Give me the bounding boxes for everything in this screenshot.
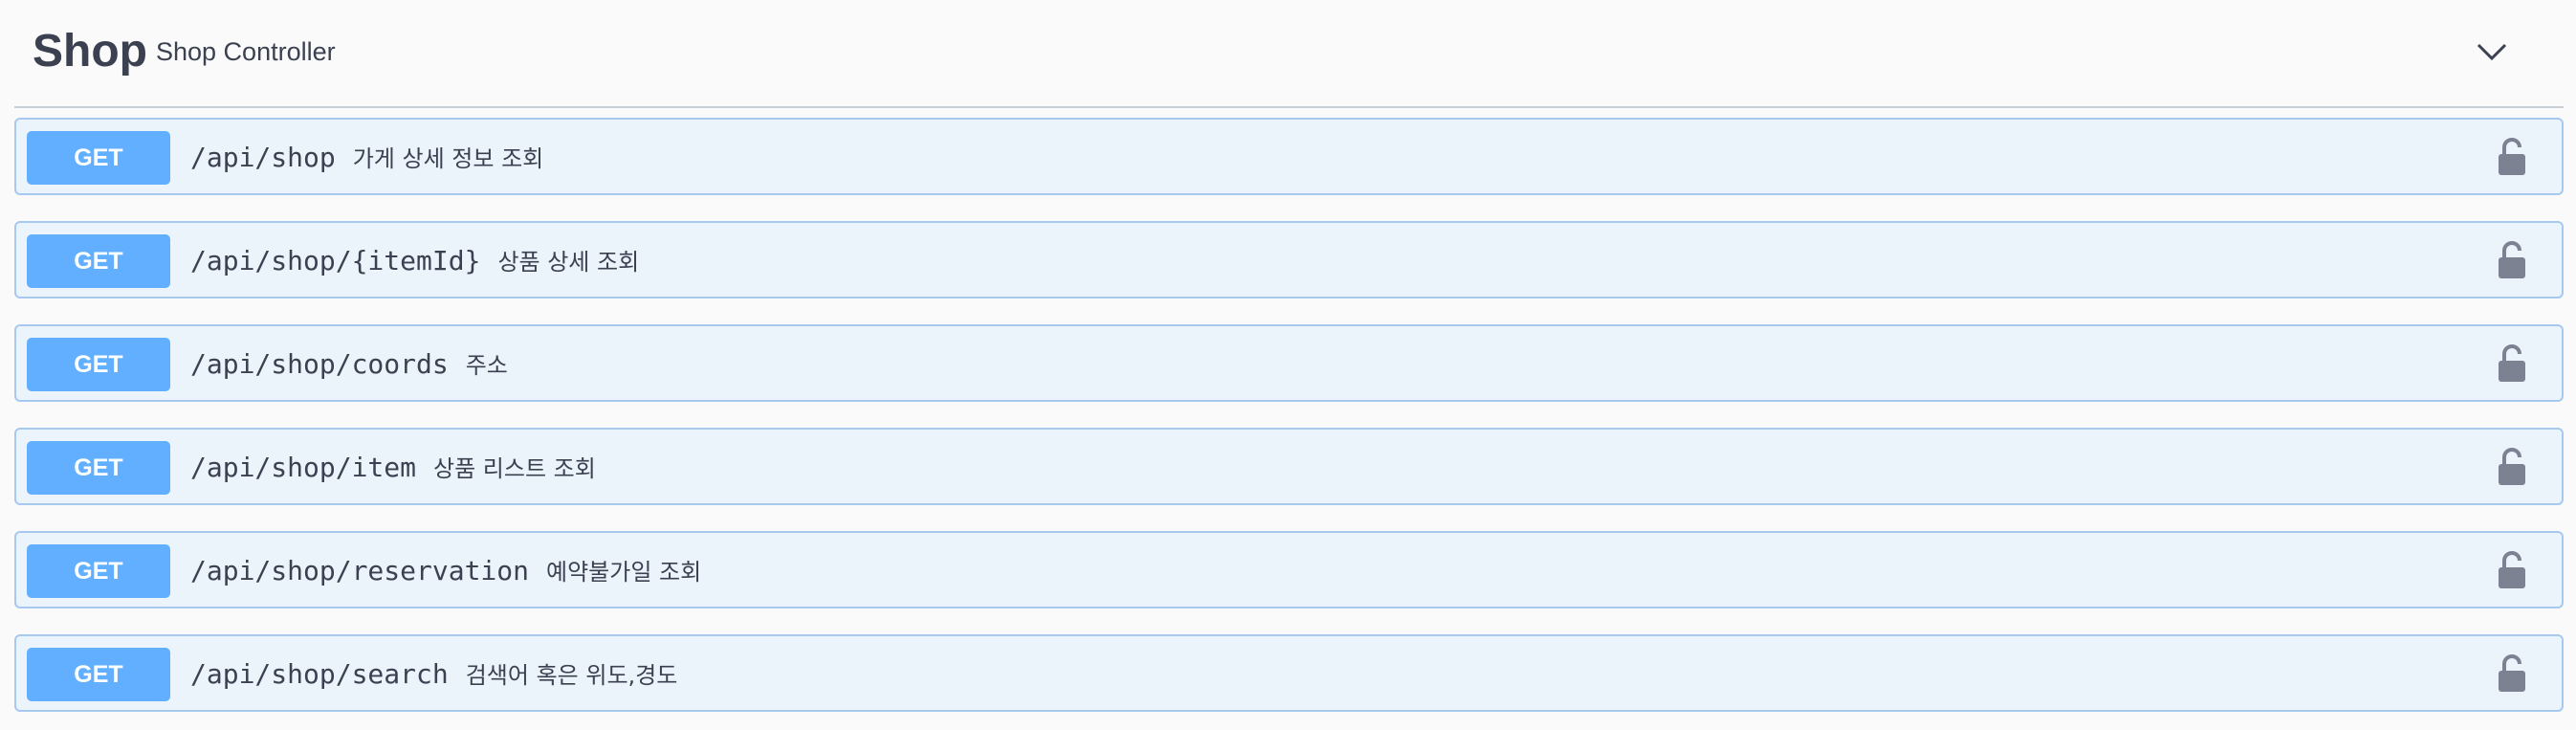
operation-path-wrapper: /api/shop/reservation 예약불가일 조회	[190, 552, 701, 591]
lock-icon[interactable]	[2497, 447, 2527, 487]
operation-path: /api/shop/reservation	[190, 555, 530, 586]
operation-path: /api/shop/{itemId}	[190, 245, 481, 277]
operation-path-wrapper: /api/shop/item 상품 리스트 조회	[190, 449, 596, 488]
operation-path: /api/shop/coords	[190, 348, 449, 380]
chevron-down-icon[interactable]	[2473, 33, 2511, 71]
operation-path-wrapper: /api/shop/search 검색어 혹은 위도,경도	[190, 655, 677, 695]
operation-summary: 검색어 혹은 위도,경도	[465, 662, 678, 689]
operation-summary: 예약불가일 조회	[546, 559, 702, 586]
method-badge-get: GET	[27, 131, 170, 185]
tag-title: Shop	[33, 26, 147, 77]
operation-summary: 상품 리스트 조회	[433, 455, 596, 482]
operation-path-wrapper: /api/shop/coords 주소	[190, 345, 508, 385]
operation-get-shop-coords[interactable]: GET /api/shop/coords 주소	[14, 324, 2564, 402]
shop-tag-section: Shop Shop Controller GET /api/shop 가게 상세 …	[0, 0, 2576, 730]
lock-icon[interactable]	[2497, 240, 2527, 280]
lock-icon[interactable]	[2497, 343, 2527, 384]
operation-path: /api/shop	[190, 142, 336, 173]
operation-get-shop-reservation[interactable]: GET /api/shop/reservation 예약불가일 조회	[14, 531, 2564, 608]
operation-summary: 가게 상세 정보 조회	[352, 145, 544, 172]
operation-path: /api/shop/search	[190, 658, 449, 690]
operation-path: /api/shop/item	[190, 452, 417, 483]
method-badge-get: GET	[27, 544, 170, 598]
lock-icon[interactable]	[2497, 550, 2527, 590]
tag-description: Shop Controller	[156, 37, 336, 66]
operation-path-wrapper: /api/shop 가게 상세 정보 조회	[190, 139, 543, 178]
operation-path-wrapper: /api/shop/{itemId} 상품 상세 조회	[190, 242, 639, 281]
method-badge-get: GET	[27, 648, 170, 701]
operation-get-shop-itemid[interactable]: GET /api/shop/{itemId} 상품 상세 조회	[14, 221, 2564, 299]
operation-get-shop[interactable]: GET /api/shop 가게 상세 정보 조회	[14, 118, 2564, 195]
operation-summary: 상품 상세 조회	[497, 249, 640, 276]
lock-icon[interactable]	[2497, 137, 2527, 177]
method-badge-get: GET	[27, 441, 170, 495]
method-badge-get: GET	[27, 234, 170, 288]
tag-header-shop[interactable]: Shop Shop Controller	[14, 0, 2564, 108]
operation-get-shop-item[interactable]: GET /api/shop/item 상품 리스트 조회	[14, 428, 2564, 505]
lock-icon[interactable]	[2497, 653, 2527, 694]
method-badge-get: GET	[27, 338, 170, 391]
operation-summary: 주소	[465, 352, 508, 379]
operation-get-shop-search[interactable]: GET /api/shop/search 검색어 혹은 위도,경도	[14, 634, 2564, 712]
